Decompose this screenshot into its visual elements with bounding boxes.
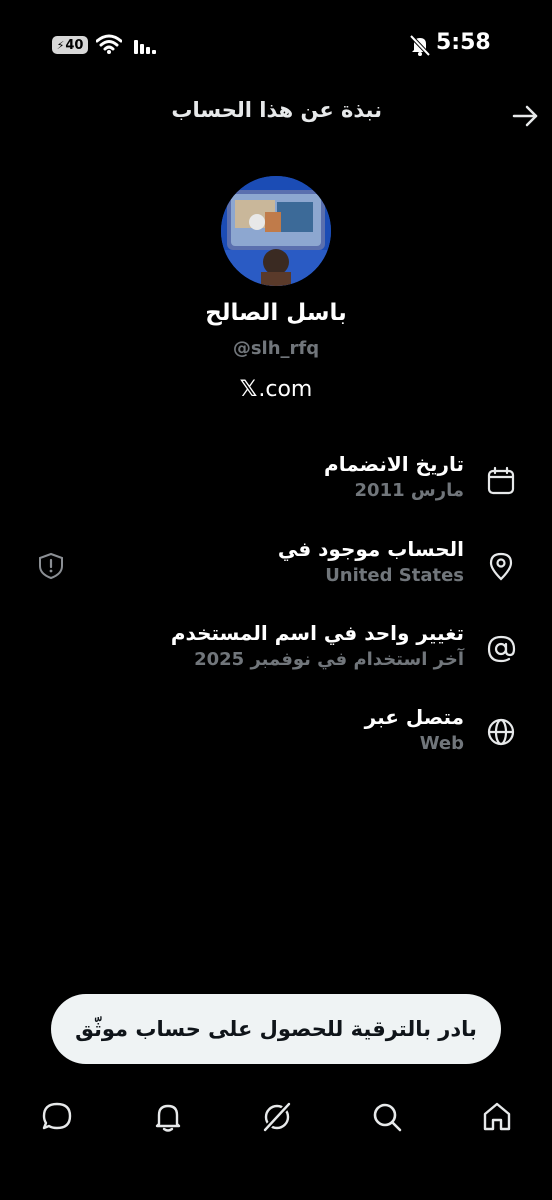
x-logo-icon: 𝕏 <box>239 377 258 402</box>
avatar[interactable] <box>221 176 331 286</box>
status-time: 5:58 <box>436 30 491 55</box>
info-value: Web <box>419 733 464 754</box>
messages-icon[interactable] <box>40 1100 74 1134</box>
grok-icon[interactable] <box>260 1100 294 1134</box>
upgrade-verified-button[interactable]: بادر بالترقية للحصول على حساب موثّق <box>51 994 501 1064</box>
info-title: الحساب موجود في <box>277 537 464 561</box>
info-value: آخر استخدام في نوفمبر 2025 <box>194 649 464 670</box>
back-arrow-icon[interactable] <box>510 102 540 130</box>
at-sign-icon <box>487 635 516 663</box>
page-title: نبذة عن هذا الحساب <box>171 98 382 122</box>
home-icon[interactable] <box>480 1100 514 1134</box>
search-icon[interactable] <box>370 1100 404 1134</box>
info-value: United States <box>325 565 464 586</box>
website-domain: .com <box>258 377 313 402</box>
location-pin-icon <box>489 552 513 581</box>
info-row-connected-via: متصل عبر Web <box>44 703 464 757</box>
info-title: تاريخ الانضمام <box>324 452 464 476</box>
profile-handle: @slh_rfq <box>232 338 320 359</box>
charging-bolt-icon: ⚡ <box>56 38 65 52</box>
calendar-icon <box>487 466 515 495</box>
profile-name: باسل الصالح <box>205 300 347 326</box>
notifications-icon[interactable] <box>151 1100 185 1134</box>
wifi-icon <box>96 34 122 54</box>
shield-icon[interactable] <box>37 552 65 580</box>
silent-mode-icon <box>409 34 431 57</box>
cellular-signal-icon <box>134 40 156 54</box>
info-title: تغيير واحد في اسم المستخدم <box>170 621 464 645</box>
globe-icon <box>487 718 515 746</box>
info-value: مارس 2011 <box>354 480 464 501</box>
battery-indicator: ⚡ 40 <box>52 36 88 54</box>
info-title: متصل عبر <box>364 705 464 729</box>
info-row-username-change: تغيير واحد في اسم المستخدم آخر استخدام ف… <box>44 619 464 673</box>
battery-level: 40 <box>65 37 84 53</box>
info-row-join-date: تاريخ الانضمام مارس 2011 <box>44 450 464 504</box>
status-bar: ⚡ 40 5:58 <box>0 0 552 90</box>
info-row-account-location: الحساب موجود في United States <box>44 535 464 589</box>
profile-website-link[interactable]: 𝕏.com <box>0 377 552 402</box>
avatar-image <box>221 176 331 286</box>
